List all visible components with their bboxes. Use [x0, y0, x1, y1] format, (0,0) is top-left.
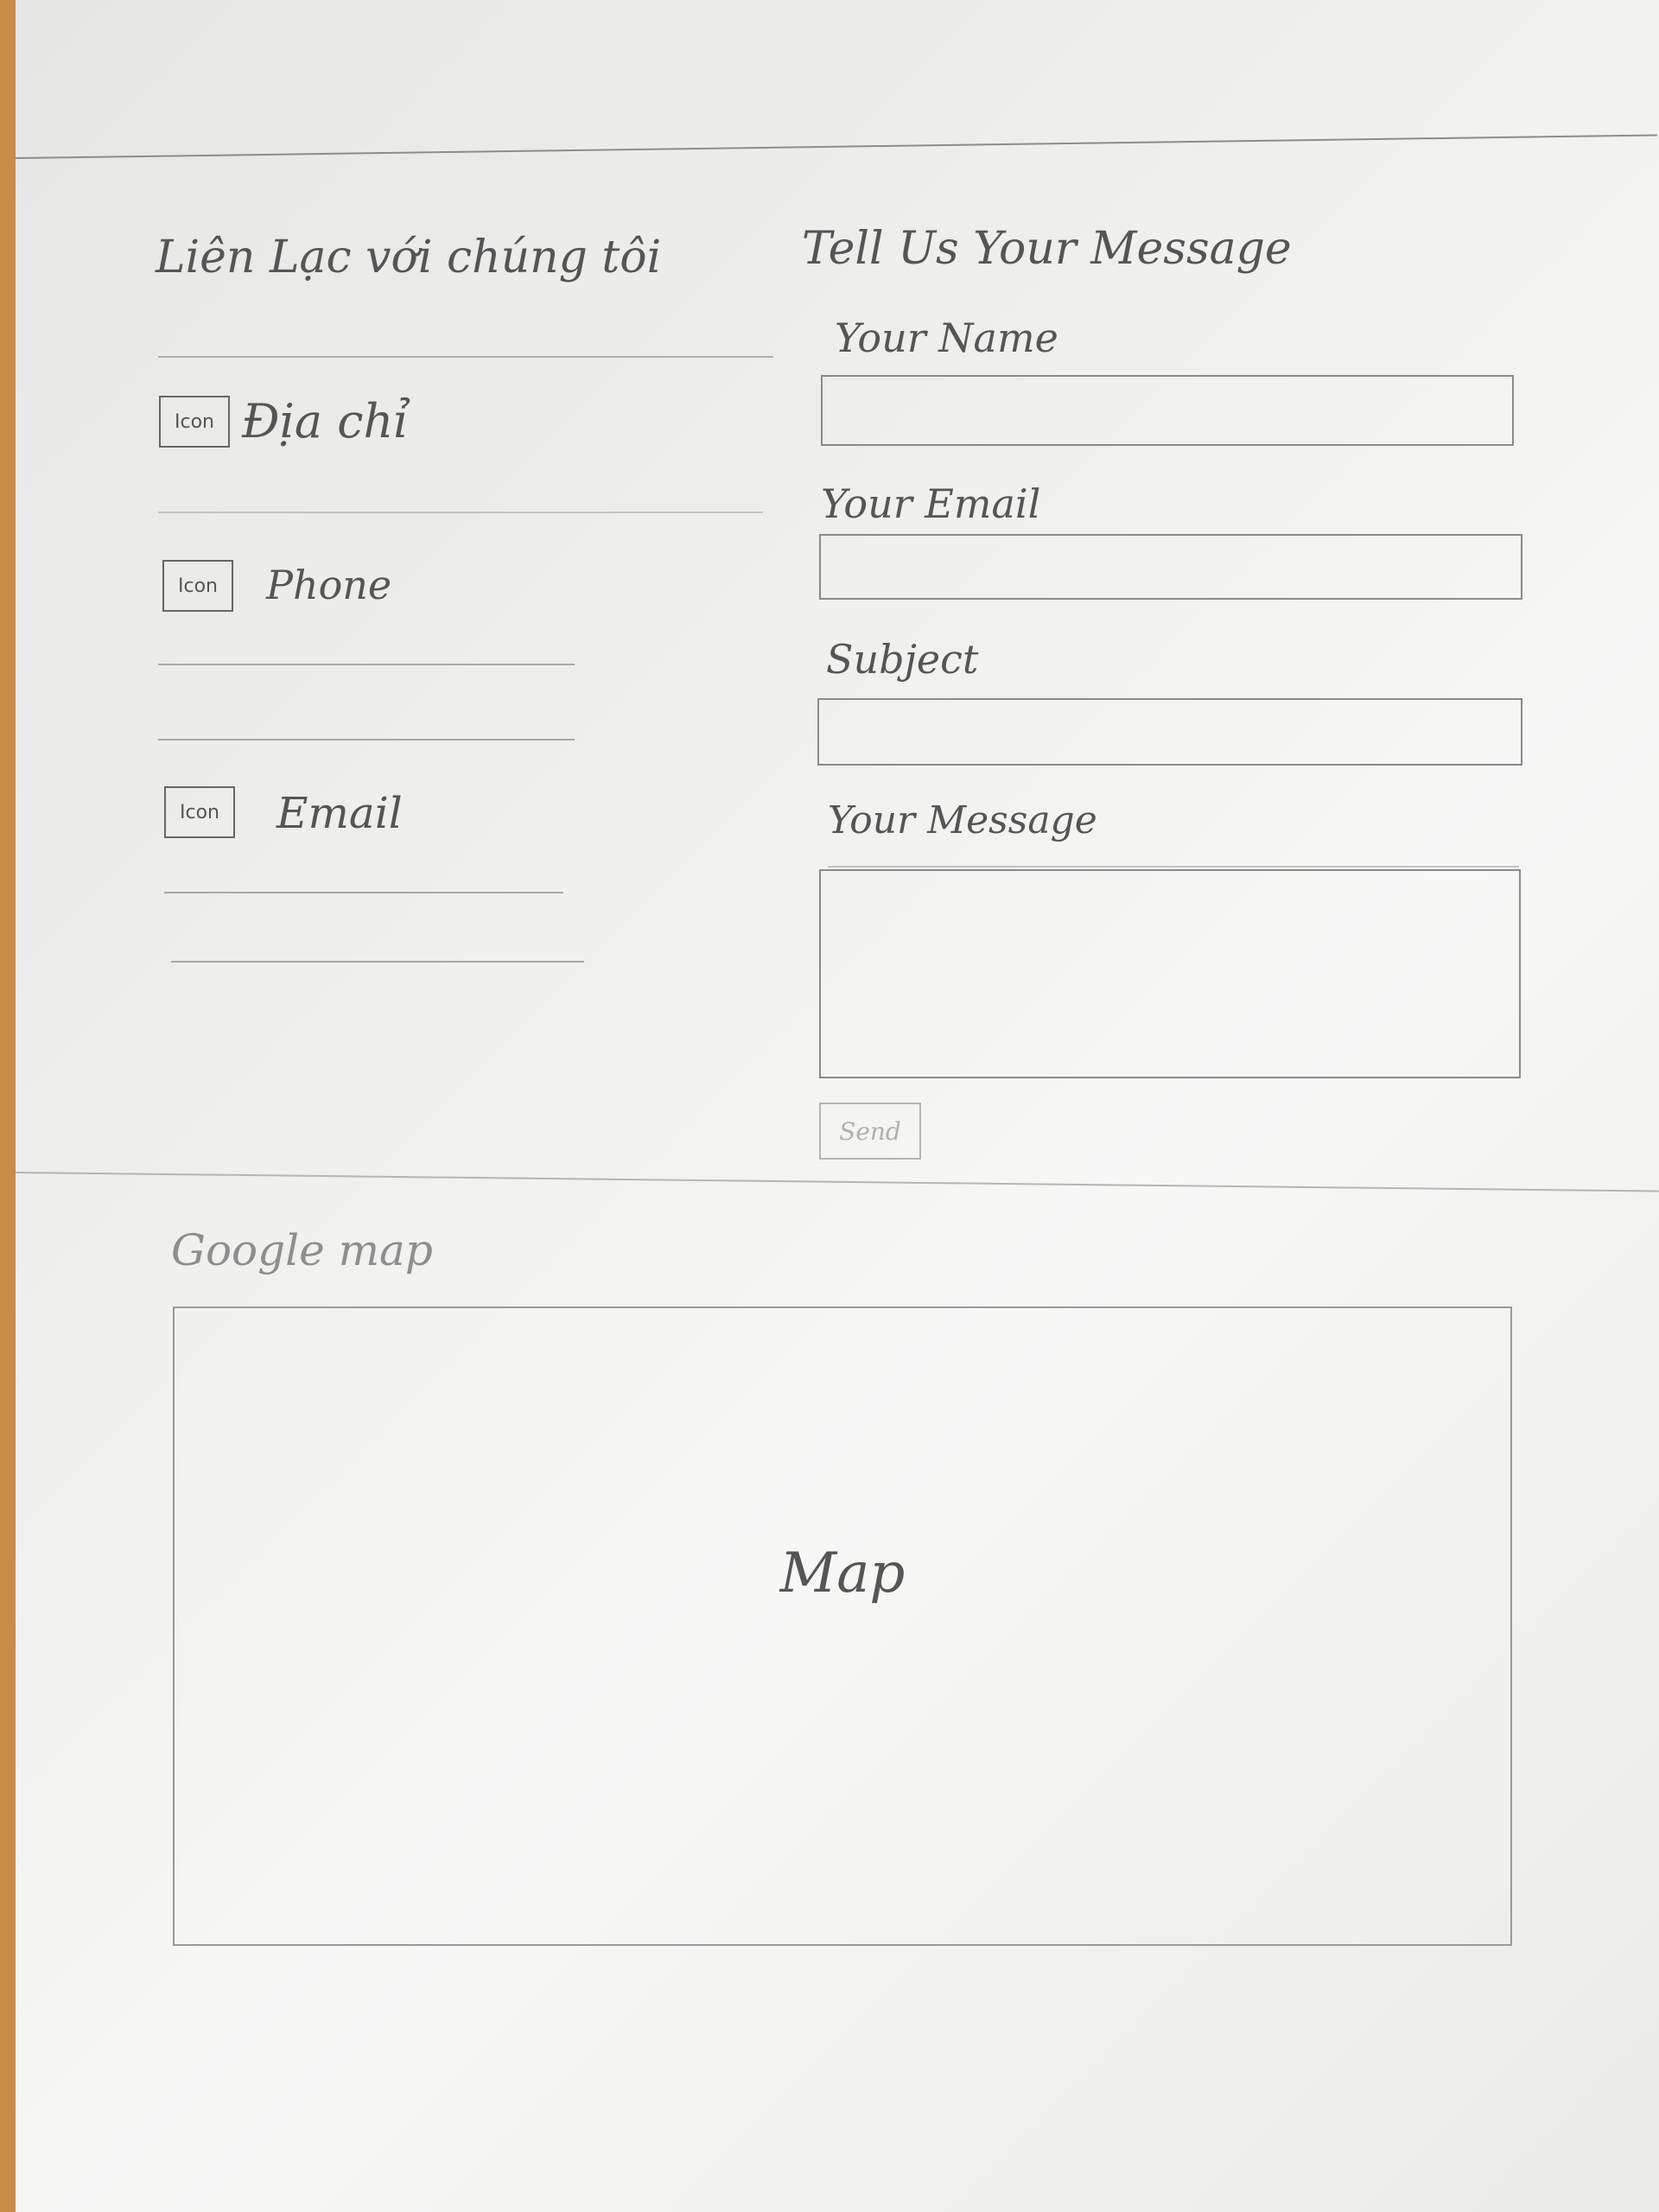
email-field-label: Your Email: [821, 480, 1041, 527]
email-line-2: [171, 961, 584, 963]
send-button[interactable]: Send: [819, 1103, 921, 1160]
message-label-underline: [828, 866, 1519, 868]
phone-line-2: [158, 739, 575, 741]
name-label: Your Name: [835, 315, 1058, 361]
paper-sheet: Liên Lạc với chúng tôi Icon Địa chỉ Icon…: [15, 0, 1659, 2212]
phone-line-1: [158, 664, 575, 665]
contact-title: Liên Lạc với chúng tôi: [156, 232, 662, 283]
address-icon: Icon: [159, 396, 230, 448]
email-label: Email: [276, 788, 403, 838]
phone-label: Phone: [266, 562, 392, 608]
email-input[interactable]: [819, 534, 1522, 600]
map-section-divider: [15, 1172, 1659, 1192]
contact-title-divider: [158, 356, 773, 358]
form-title: Tell Us Your Message: [802, 223, 1292, 275]
email-icon: Icon: [164, 786, 235, 838]
map-placeholder-label: Map: [779, 1541, 906, 1605]
message-textarea[interactable]: [819, 869, 1521, 1078]
phone-icon: Icon: [162, 560, 233, 612]
header-divider: [15, 134, 1657, 159]
email-line-1: [164, 892, 563, 893]
name-input[interactable]: [821, 375, 1514, 446]
address-line: [158, 512, 763, 513]
message-label: Your Message: [828, 798, 1097, 842]
subject-input[interactable]: [817, 698, 1522, 766]
subject-label: Subject: [826, 636, 979, 683]
google-map-embed[interactable]: Map: [173, 1306, 1512, 1946]
map-section-title: Google map: [171, 1225, 433, 1275]
address-label: Địa chỉ: [242, 394, 409, 448]
